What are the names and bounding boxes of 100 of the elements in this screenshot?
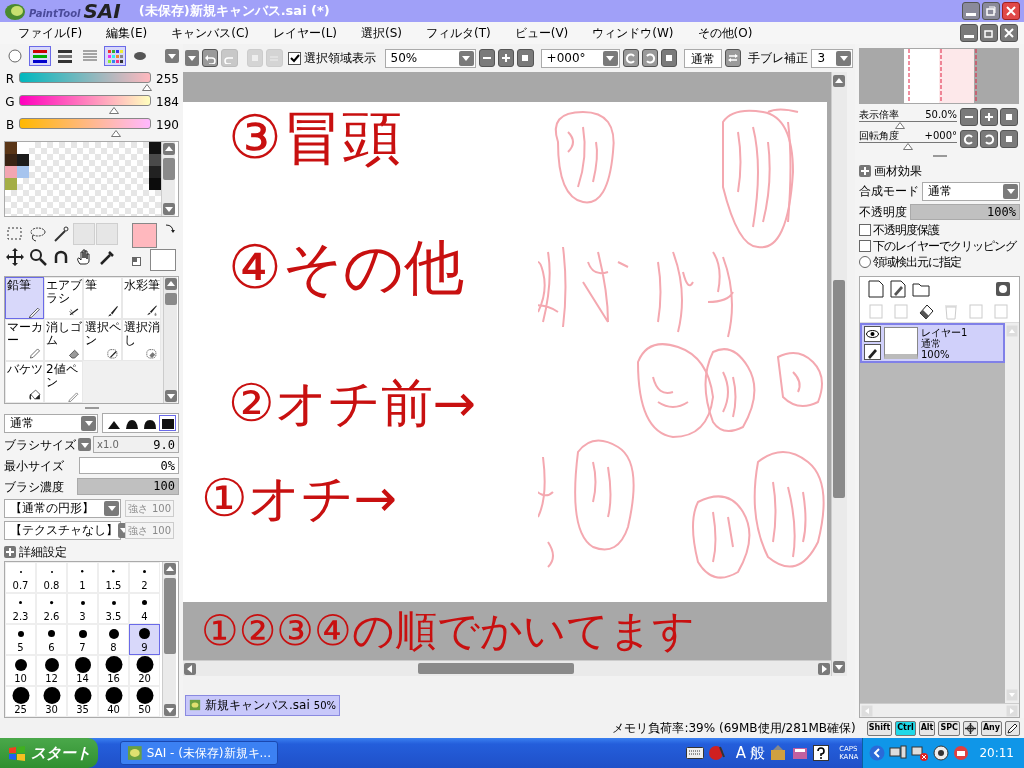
clock: 20:11: [979, 745, 1014, 762]
brush-size-option[interactable]: 2: [129, 562, 160, 593]
brush-size-option[interactable]: 3: [67, 593, 98, 624]
blend-mode-dropdown[interactable]: 通常: [4, 413, 98, 433]
ime-kanji-indicator[interactable]: 般: [750, 741, 766, 765]
slider-value: 184: [156, 93, 179, 111]
handwritten-note: ④その他: [228, 237, 464, 297]
menu-item[interactable]: レイヤー(L): [260, 24, 350, 42]
brush-size-option[interactable]: 5: [5, 624, 36, 655]
blend-mode-dropdown[interactable]: 通常: [922, 181, 1020, 201]
tool-button[interactable]: エアブラシ: [44, 277, 83, 320]
brush-size-field[interactable]: x1.0 9.0: [93, 436, 179, 454]
handwritten-note: ③冒頭: [228, 107, 402, 167]
modifier-key-indicator: Shift: [866, 720, 893, 736]
start-button[interactable]: スタート: [0, 738, 98, 768]
handwritten-note: ②オチ前→: [228, 377, 477, 429]
brush-size-option[interactable]: 0.7: [5, 562, 36, 593]
setting-label: 回転角度: [859, 129, 899, 142]
brush-size-option[interactable]: 50: [129, 686, 160, 717]
menu-item[interactable]: 編集(E): [94, 24, 160, 42]
layer-name: レイヤー1: [921, 326, 968, 338]
angle-dropdown[interactable]: +000°: [540, 48, 620, 68]
brush-size-option[interactable]: 6: [36, 624, 67, 655]
show-selection-checkbox[interactable]: 選択領域表示: [287, 49, 376, 67]
strength-field: 強さ 100: [125, 499, 174, 517]
tool-button[interactable]: バケツ: [5, 361, 44, 404]
opacity-slider[interactable]: 100%: [910, 204, 1020, 220]
brush-size-option[interactable]: 30: [36, 686, 67, 717]
stabilizer-label: 手ブレ補正: [748, 50, 809, 67]
brush-size-option[interactable]: 0.8: [36, 562, 67, 593]
modifier-key-indicator: Alt: [918, 720, 936, 736]
brush-size-option[interactable]: 20: [129, 655, 160, 686]
brush-size-option[interactable]: 1.5: [98, 562, 129, 593]
menu-item[interactable]: ビュー(V): [502, 24, 581, 42]
brush-size-option[interactable]: 7: [67, 624, 98, 655]
menu-item[interactable]: キャンバス(C): [159, 24, 261, 42]
brush-size-option[interactable]: 12: [36, 655, 67, 686]
setting-label: 不透明度: [859, 204, 907, 221]
setting-label: ブラシ濃度: [4, 478, 64, 496]
zoom-dropdown[interactable]: 50%: [384, 48, 476, 68]
slider-label: G: [4, 93, 16, 111]
tool-button[interactable]: マーカー: [5, 319, 44, 362]
setting-label: 最小サイズ: [4, 457, 64, 475]
brush-size-option[interactable]: 3.5: [98, 593, 129, 624]
slider-label: R: [4, 70, 16, 88]
logo-text: SAI: [83, 1, 121, 21]
setting-value: +000°: [924, 129, 957, 142]
slider-label: B: [4, 116, 16, 134]
slider-value: 255: [156, 70, 179, 88]
modifier-key-indicator: SPC: [938, 720, 960, 736]
handwritten-note: ①②③④の順でかいてます: [201, 610, 695, 652]
checkbox-option[interactable]: 下のレイヤーでクリッピング: [859, 238, 1020, 254]
menu-item[interactable]: その他(O): [685, 24, 765, 42]
brush-size-option[interactable]: 9: [129, 624, 160, 655]
tool-button[interactable]: 消しゴム: [44, 319, 83, 362]
tool-button[interactable]: 2値ペン: [44, 361, 83, 404]
blend-button[interactable]: 通常: [684, 48, 723, 68]
tool-button[interactable]: 選択ペン: [83, 319, 122, 362]
canvas-tab[interactable]: 新規キャンバス.sai 50%: [185, 694, 340, 716]
brush-size-option[interactable]: 16: [98, 655, 129, 686]
brush-size-option[interactable]: 1: [67, 562, 98, 593]
menu-item[interactable]: 選択(S): [349, 24, 414, 42]
menu-item[interactable]: ウィンドウ(W): [580, 24, 686, 42]
brush-size-option[interactable]: 4: [129, 593, 160, 624]
brush-size-option[interactable]: 35: [67, 686, 98, 717]
stabilizer-dropdown[interactable]: 3: [811, 48, 854, 68]
setting-label: 合成モード: [859, 183, 919, 200]
setting-label: 表示倍率: [859, 108, 899, 121]
menu-item[interactable]: フィルタ(T): [414, 24, 503, 42]
brush-size-option[interactable]: 25: [5, 686, 36, 717]
ime-mode-indicator[interactable]: A: [735, 741, 747, 765]
tool-button[interactable]: 選択消し: [122, 319, 161, 362]
layer-opacity: 100%: [921, 348, 951, 360]
checkbox-option[interactable]: 不透明度保護: [859, 222, 1020, 238]
brush-size-option[interactable]: 40: [98, 686, 129, 717]
tool-button[interactable]: 水彩筆: [122, 277, 161, 320]
taskbar-task[interactable]: SAI - (未保存)新規キ...: [120, 741, 278, 765]
brush-size-option[interactable]: 10: [5, 655, 36, 686]
layer-mode: 通常: [921, 337, 942, 349]
slider-value: 190: [156, 116, 179, 134]
logo-text: PaintTool: [29, 7, 81, 21]
tool-button[interactable]: 筆: [83, 277, 122, 320]
brush-size-option[interactable]: 8: [98, 624, 129, 655]
window-title: (未保存)新規キャンバス.sai (*): [138, 2, 330, 21]
brush-size-option[interactable]: 2.3: [5, 593, 36, 624]
setting-label: ブラシサイズ: [4, 436, 76, 454]
layer-item[interactable]: レイヤー1 通常 100%: [860, 323, 1005, 363]
brush-size-option[interactable]: 2.6: [36, 593, 67, 624]
menu-item[interactable]: ファイル(F): [6, 24, 95, 42]
density-slider[interactable]: 100: [77, 478, 179, 496]
brush-size-option[interactable]: 14: [67, 655, 98, 686]
memory-status: メモリ負荷率:39% (69MB使用/281MB確保): [612, 720, 856, 737]
section-label: 画材効果: [874, 163, 922, 180]
radio-option[interactable]: 領域検出元に指定: [859, 254, 1020, 270]
min-size-field[interactable]: 0%: [79, 457, 179, 475]
tool-button[interactable]: 鉛筆: [5, 277, 44, 320]
handwritten-note: ①オチ→: [201, 472, 398, 524]
setting-value: 50.0%: [925, 108, 957, 121]
section-label: 詳細設定: [19, 544, 67, 561]
strength-field: 強さ 100: [125, 521, 174, 539]
